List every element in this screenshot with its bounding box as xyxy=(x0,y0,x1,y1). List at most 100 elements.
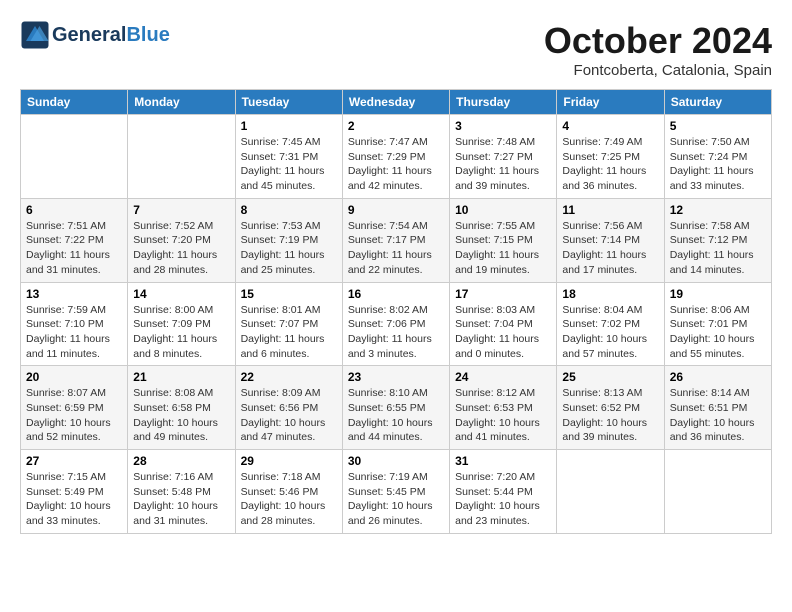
calendar-week-3: 13Sunrise: 7:59 AMSunset: 7:10 PMDayligh… xyxy=(21,282,772,366)
weekday-header-friday: Friday xyxy=(557,90,664,115)
day-number: 14 xyxy=(133,287,229,301)
day-info: Sunrise: 8:07 AMSunset: 6:59 PMDaylight:… xyxy=(26,386,122,445)
day-number: 21 xyxy=(133,370,229,384)
day-number: 27 xyxy=(26,454,122,468)
logo-general: General xyxy=(52,24,126,46)
calendar-cell: 16 Sunrise: 8:02 AMSunset: 7:06 PMDayligh… xyxy=(342,282,449,366)
weekday-header-tuesday: Tuesday xyxy=(235,90,342,115)
calendar-cell: 22Sunrise: 8:09 AMSunset: 6:56 PMDayligh… xyxy=(235,366,342,450)
day-number: 2 xyxy=(348,119,444,133)
calendar-cell: 11 Sunrise: 7:56 AMSunset: 7:14 PMDayligh… xyxy=(557,198,664,282)
calendar-cell xyxy=(128,115,235,199)
calendar-cell: 2 Sunrise: 7:47 AMSunset: 7:29 PMDaylight… xyxy=(342,115,449,199)
day-info: Sunrise: 7:51 AMSunset: 7:22 PMDaylight:… xyxy=(26,219,122,278)
calendar-cell: 9 Sunrise: 7:54 AMSunset: 7:17 PMDaylight… xyxy=(342,198,449,282)
day-info: Sunrise: 7:56 AMSunset: 7:14 PMDaylight:… xyxy=(562,219,658,278)
day-info: Sunrise: 7:49 AMSunset: 7:25 PMDaylight:… xyxy=(562,135,658,194)
day-info: Sunrise: 8:13 AMSunset: 6:52 PMDaylight:… xyxy=(562,386,658,445)
calendar-cell xyxy=(664,450,771,534)
day-number: 1 xyxy=(241,119,337,133)
calendar-cell: 19Sunrise: 8:06 AMSunset: 7:01 PMDayligh… xyxy=(664,282,771,366)
calendar-cell: 3 Sunrise: 7:48 AMSunset: 7:27 PMDaylight… xyxy=(450,115,557,199)
day-info: Sunrise: 7:55 AMSunset: 7:15 PMDaylight:… xyxy=(455,219,551,278)
day-number: 12 xyxy=(670,203,766,217)
day-number: 25 xyxy=(562,370,658,384)
day-info: Sunrise: 8:04 AMSunset: 7:02 PMDaylight:… xyxy=(562,303,658,362)
day-number: 23 xyxy=(348,370,444,384)
day-number: 15 xyxy=(241,287,337,301)
calendar-cell: 4 Sunrise: 7:49 AMSunset: 7:25 PMDaylight… xyxy=(557,115,664,199)
weekday-header-sunday: Sunday xyxy=(21,90,128,115)
calendar-week-2: 6 Sunrise: 7:51 AMSunset: 7:22 PMDaylight… xyxy=(21,198,772,282)
day-number: 10 xyxy=(455,203,551,217)
weekday-header-wednesday: Wednesday xyxy=(342,90,449,115)
day-number: 17 xyxy=(455,287,551,301)
day-info: Sunrise: 7:53 AMSunset: 7:19 PMDaylight:… xyxy=(241,219,337,278)
calendar-table: SundayMondayTuesdayWednesdayThursdayFrid… xyxy=(20,89,772,534)
weekday-header-thursday: Thursday xyxy=(450,90,557,115)
calendar-week-5: 27 Sunrise: 7:15 AMSunset: 5:49 PMDayligh… xyxy=(21,450,772,534)
calendar-cell: 13Sunrise: 7:59 AMSunset: 7:10 PMDayligh… xyxy=(21,282,128,366)
day-info: Sunrise: 8:00 AMSunset: 7:09 PMDaylight:… xyxy=(133,303,229,362)
calendar-cell: 18 Sunrise: 8:04 AMSunset: 7:02 PMDayligh… xyxy=(557,282,664,366)
calendar-cell: 17Sunrise: 8:03 AMSunset: 7:04 PMDayligh… xyxy=(450,282,557,366)
day-info: Sunrise: 7:45 AMSunset: 7:31 PMDaylight:… xyxy=(241,135,337,194)
day-info: Sunrise: 7:48 AMSunset: 7:27 PMDaylight:… xyxy=(455,135,551,194)
weekday-header-monday: Monday xyxy=(128,90,235,115)
day-number: 24 xyxy=(455,370,551,384)
day-info: Sunrise: 8:09 AMSunset: 6:56 PMDaylight:… xyxy=(241,386,337,445)
day-info: Sunrise: 7:16 AMSunset: 5:48 PMDaylight:… xyxy=(133,470,229,529)
day-number: 30 xyxy=(348,454,444,468)
title-area: October 2024 Fontcoberta, Catalonia, Spa… xyxy=(544,20,772,79)
logo-icon xyxy=(20,20,50,50)
calendar-cell: 5Sunrise: 7:50 AMSunset: 7:24 PMDaylight… xyxy=(664,115,771,199)
day-number: 3 xyxy=(455,119,551,133)
calendar-cell xyxy=(557,450,664,534)
location-title: Fontcoberta, Catalonia, Spain xyxy=(544,62,772,79)
calendar-cell: 24 Sunrise: 8:12 AMSunset: 6:53 PMDayligh… xyxy=(450,366,557,450)
day-number: 6 xyxy=(26,203,122,217)
calendar-body: 1 Sunrise: 7:45 AMSunset: 7:31 PMDaylight… xyxy=(21,115,772,534)
calendar-cell: 25 Sunrise: 8:13 AMSunset: 6:52 PMDayligh… xyxy=(557,366,664,450)
day-info: Sunrise: 8:14 AMSunset: 6:51 PMDaylight:… xyxy=(670,386,766,445)
logo-blue: Blue xyxy=(126,24,169,46)
day-number: 18 xyxy=(562,287,658,301)
calendar-week-1: 1 Sunrise: 7:45 AMSunset: 7:31 PMDaylight… xyxy=(21,115,772,199)
day-info: Sunrise: 7:15 AMSunset: 5:49 PMDaylight:… xyxy=(26,470,122,529)
calendar-cell: 21 Sunrise: 8:08 AMSunset: 6:58 PMDayligh… xyxy=(128,366,235,450)
day-info: Sunrise: 7:54 AMSunset: 7:17 PMDaylight:… xyxy=(348,219,444,278)
day-info: Sunrise: 8:02 AMSunset: 7:06 PMDaylight:… xyxy=(348,303,444,362)
month-title: October 2024 xyxy=(544,20,772,62)
logo: GeneralBlue xyxy=(20,20,170,50)
day-info: Sunrise: 8:12 AMSunset: 6:53 PMDaylight:… xyxy=(455,386,551,445)
day-number: 8 xyxy=(241,203,337,217)
day-number: 29 xyxy=(241,454,337,468)
day-info: Sunrise: 8:01 AMSunset: 7:07 PMDaylight:… xyxy=(241,303,337,362)
day-number: 16 xyxy=(348,287,444,301)
day-info: Sunrise: 7:47 AMSunset: 7:29 PMDaylight:… xyxy=(348,135,444,194)
calendar-cell: 7Sunrise: 7:52 AMSunset: 7:20 PMDaylight… xyxy=(128,198,235,282)
day-info: Sunrise: 7:58 AMSunset: 7:12 PMDaylight:… xyxy=(670,219,766,278)
calendar-cell xyxy=(21,115,128,199)
weekday-header-saturday: Saturday xyxy=(664,90,771,115)
calendar-cell: 20 Sunrise: 8:07 AMSunset: 6:59 PMDayligh… xyxy=(21,366,128,450)
calendar-cell: 27 Sunrise: 7:15 AMSunset: 5:49 PMDayligh… xyxy=(21,450,128,534)
calendar-cell: 30 Sunrise: 7:19 AMSunset: 5:45 PMDayligh… xyxy=(342,450,449,534)
day-number: 9 xyxy=(348,203,444,217)
day-info: Sunrise: 7:59 AMSunset: 7:10 PMDaylight:… xyxy=(26,303,122,362)
day-info: Sunrise: 7:50 AMSunset: 7:24 PMDaylight:… xyxy=(670,135,766,194)
calendar-week-4: 20 Sunrise: 8:07 AMSunset: 6:59 PMDayligh… xyxy=(21,366,772,450)
day-info: Sunrise: 7:19 AMSunset: 5:45 PMDaylight:… xyxy=(348,470,444,529)
day-info: Sunrise: 7:20 AMSunset: 5:44 PMDaylight:… xyxy=(455,470,551,529)
day-info: Sunrise: 8:08 AMSunset: 6:58 PMDaylight:… xyxy=(133,386,229,445)
calendar-cell: 31 Sunrise: 7:20 AMSunset: 5:44 PMDayligh… xyxy=(450,450,557,534)
day-info: Sunrise: 8:10 AMSunset: 6:55 PMDaylight:… xyxy=(348,386,444,445)
day-number: 20 xyxy=(26,370,122,384)
calendar-cell: 26 Sunrise: 8:14 AMSunset: 6:51 PMDayligh… xyxy=(664,366,771,450)
day-number: 4 xyxy=(562,119,658,133)
day-number: 11 xyxy=(562,203,658,217)
day-number: 31 xyxy=(455,454,551,468)
day-number: 28 xyxy=(133,454,229,468)
calendar-cell: 23 Sunrise: 8:10 AMSunset: 6:55 PMDayligh… xyxy=(342,366,449,450)
day-number: 26 xyxy=(670,370,766,384)
